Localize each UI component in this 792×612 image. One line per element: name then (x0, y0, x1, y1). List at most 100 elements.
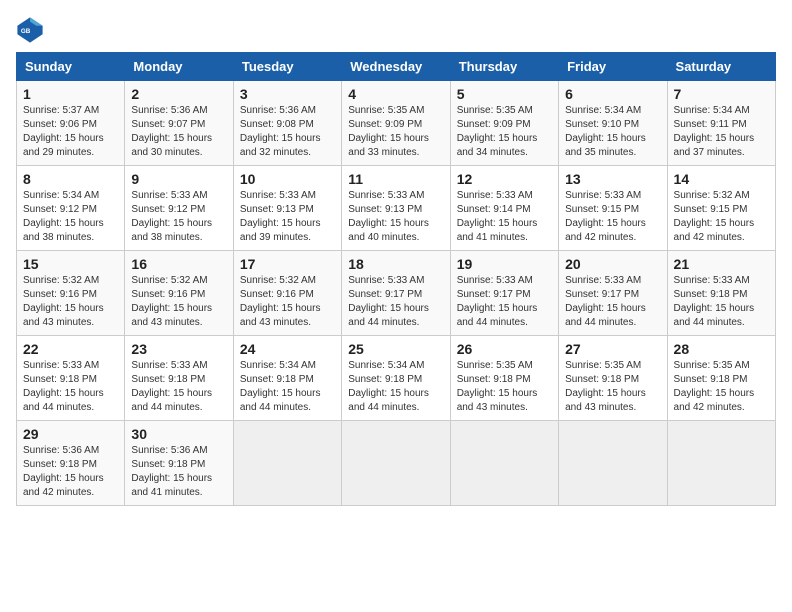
calendar-cell: 26 Sunrise: 5:35 AM Sunset: 9:18 PM Dayli… (450, 336, 558, 421)
day-info: Sunrise: 5:37 AM Sunset: 9:06 PM Dayligh… (23, 104, 118, 160)
calendar-cell: 21 Sunrise: 5:33 AM Sunset: 9:18 PM Dayli… (667, 251, 775, 336)
calendar-cell: 29Sunrise: 5:36 AM Sunset: 9:18 PM Dayli… (17, 421, 125, 506)
day-info: Sunrise: 5:33 AM Sunset: 9:14 PM Dayligh… (457, 189, 552, 245)
day-info: Sunrise: 5:33 AM Sunset: 9:15 PM Dayligh… (565, 189, 660, 245)
logo-icon: GB (16, 16, 44, 44)
day-number: 30 (131, 426, 226, 442)
calendar-cell: 25 Sunrise: 5:34 AM Sunset: 9:18 PM Dayli… (342, 336, 450, 421)
day-info: Sunrise: 5:34 AM Sunset: 9:10 PM Dayligh… (565, 104, 660, 160)
day-info: Sunrise: 5:33 AM Sunset: 9:17 PM Dayligh… (565, 274, 660, 330)
calendar-cell: 1 Sunrise: 5:37 AM Sunset: 9:06 PM Daylig… (17, 81, 125, 166)
day-info: Sunrise: 5:32 AM Sunset: 9:16 PM Dayligh… (240, 274, 335, 330)
day-number: 9 (131, 171, 226, 187)
day-number: 4 (348, 86, 443, 102)
day-number: 20 (565, 256, 660, 272)
day-number: 23 (131, 341, 226, 357)
calendar-cell: 14 Sunrise: 5:32 AM Sunset: 9:15 PM Dayli… (667, 166, 775, 251)
calendar-cell (342, 421, 450, 506)
day-number: 16 (131, 256, 226, 272)
day-number: 22 (23, 341, 118, 357)
col-header-wednesday: Wednesday (342, 53, 450, 81)
calendar-cell: 12 Sunrise: 5:33 AM Sunset: 9:14 PM Dayli… (450, 166, 558, 251)
calendar-cell: 4 Sunrise: 5:35 AM Sunset: 9:09 PM Daylig… (342, 81, 450, 166)
calendar-cell (450, 421, 558, 506)
col-header-friday: Friday (559, 53, 667, 81)
col-header-tuesday: Tuesday (233, 53, 341, 81)
day-number: 12 (457, 171, 552, 187)
calendar-cell: 6Sunrise: 5:34 AM Sunset: 9:10 PM Daylig… (559, 81, 667, 166)
calendar-row-2: 8 Sunrise: 5:34 AM Sunset: 9:12 PM Daylig… (17, 166, 776, 251)
day-number: 14 (674, 171, 769, 187)
day-info: Sunrise: 5:34 AM Sunset: 9:18 PM Dayligh… (240, 359, 335, 415)
calendar-cell: 30 Sunrise: 5:36 AM Sunset: 9:18 PM Dayli… (125, 421, 233, 506)
calendar-cell (667, 421, 775, 506)
col-header-saturday: Saturday (667, 53, 775, 81)
day-number: 21 (674, 256, 769, 272)
calendar-row-4: 22 Sunrise: 5:33 AM Sunset: 9:18 PM Dayli… (17, 336, 776, 421)
calendar-row-1: 1 Sunrise: 5:37 AM Sunset: 9:06 PM Daylig… (17, 81, 776, 166)
calendar-cell (559, 421, 667, 506)
day-info: Sunrise: 5:33 AM Sunset: 9:13 PM Dayligh… (348, 189, 443, 245)
day-number: 18 (348, 256, 443, 272)
calendar-cell: 20 Sunrise: 5:33 AM Sunset: 9:17 PM Dayli… (559, 251, 667, 336)
day-number: 13 (565, 171, 660, 187)
calendar-cell: 18 Sunrise: 5:33 AM Sunset: 9:17 PM Dayli… (342, 251, 450, 336)
day-number: 28 (674, 341, 769, 357)
calendar-table: SundayMondayTuesdayWednesdayThursdayFrid… (16, 52, 776, 506)
calendar-cell: 11 Sunrise: 5:33 AM Sunset: 9:13 PM Dayli… (342, 166, 450, 251)
calendar-row-5: 29Sunrise: 5:36 AM Sunset: 9:18 PM Dayli… (17, 421, 776, 506)
day-number: 11 (348, 171, 443, 187)
calendar-cell: 7Sunrise: 5:34 AM Sunset: 9:11 PM Daylig… (667, 81, 775, 166)
day-number: 2 (131, 86, 226, 102)
day-info: Sunrise: 5:36 AM Sunset: 9:18 PM Dayligh… (23, 444, 118, 500)
calendar-cell: 8 Sunrise: 5:34 AM Sunset: 9:12 PM Daylig… (17, 166, 125, 251)
calendar-cell: 19 Sunrise: 5:33 AM Sunset: 9:17 PM Dayli… (450, 251, 558, 336)
day-number: 25 (348, 341, 443, 357)
svg-text:GB: GB (21, 28, 31, 35)
day-info: Sunrise: 5:33 AM Sunset: 9:17 PM Dayligh… (457, 274, 552, 330)
day-info: Sunrise: 5:35 AM Sunset: 9:09 PM Dayligh… (457, 104, 552, 160)
day-number: 17 (240, 256, 335, 272)
day-info: Sunrise: 5:35 AM Sunset: 9:18 PM Dayligh… (457, 359, 552, 415)
calendar-cell: 27Sunrise: 5:35 AM Sunset: 9:18 PM Dayli… (559, 336, 667, 421)
day-info: Sunrise: 5:35 AM Sunset: 9:09 PM Dayligh… (348, 104, 443, 160)
day-info: Sunrise: 5:33 AM Sunset: 9:18 PM Dayligh… (131, 359, 226, 415)
day-info: Sunrise: 5:32 AM Sunset: 9:16 PM Dayligh… (23, 274, 118, 330)
calendar-cell: 15 Sunrise: 5:32 AM Sunset: 9:16 PM Dayli… (17, 251, 125, 336)
day-number: 26 (457, 341, 552, 357)
day-info: Sunrise: 5:36 AM Sunset: 9:18 PM Dayligh… (131, 444, 226, 500)
calendar-cell: 24 Sunrise: 5:34 AM Sunset: 9:18 PM Dayli… (233, 336, 341, 421)
col-header-sunday: Sunday (17, 53, 125, 81)
calendar-cell (233, 421, 341, 506)
day-info: Sunrise: 5:32 AM Sunset: 9:15 PM Dayligh… (674, 189, 769, 245)
col-header-monday: Monday (125, 53, 233, 81)
calendar-row-3: 15 Sunrise: 5:32 AM Sunset: 9:16 PM Dayli… (17, 251, 776, 336)
day-info: Sunrise: 5:32 AM Sunset: 9:16 PM Dayligh… (131, 274, 226, 330)
calendar-cell: 28 Sunrise: 5:35 AM Sunset: 9:18 PM Dayli… (667, 336, 775, 421)
calendar-cell: 22Sunrise: 5:33 AM Sunset: 9:18 PM Dayli… (17, 336, 125, 421)
day-info: Sunrise: 5:33 AM Sunset: 9:18 PM Dayligh… (674, 274, 769, 330)
day-number: 1 (23, 86, 118, 102)
header-row: SundayMondayTuesdayWednesdayThursdayFrid… (17, 53, 776, 81)
day-number: 5 (457, 86, 552, 102)
calendar-cell: 3Sunrise: 5:36 AM Sunset: 9:08 PM Daylig… (233, 81, 341, 166)
day-info: Sunrise: 5:34 AM Sunset: 9:12 PM Dayligh… (23, 189, 118, 245)
day-info: Sunrise: 5:33 AM Sunset: 9:17 PM Dayligh… (348, 274, 443, 330)
day-info: Sunrise: 5:34 AM Sunset: 9:18 PM Dayligh… (348, 359, 443, 415)
col-header-thursday: Thursday (450, 53, 558, 81)
day-info: Sunrise: 5:35 AM Sunset: 9:18 PM Dayligh… (674, 359, 769, 415)
day-info: Sunrise: 5:33 AM Sunset: 9:12 PM Dayligh… (131, 189, 226, 245)
calendar-cell: 5 Sunrise: 5:35 AM Sunset: 9:09 PM Daylig… (450, 81, 558, 166)
calendar-cell: 2 Sunrise: 5:36 AM Sunset: 9:07 PM Daylig… (125, 81, 233, 166)
day-number: 24 (240, 341, 335, 357)
page-header: GB (16, 16, 776, 44)
calendar-cell: 10Sunrise: 5:33 AM Sunset: 9:13 PM Dayli… (233, 166, 341, 251)
day-number: 15 (23, 256, 118, 272)
day-number: 10 (240, 171, 335, 187)
day-info: Sunrise: 5:35 AM Sunset: 9:18 PM Dayligh… (565, 359, 660, 415)
calendar-cell: 23 Sunrise: 5:33 AM Sunset: 9:18 PM Dayli… (125, 336, 233, 421)
day-info: Sunrise: 5:36 AM Sunset: 9:07 PM Dayligh… (131, 104, 226, 160)
day-info: Sunrise: 5:36 AM Sunset: 9:08 PM Dayligh… (240, 104, 335, 160)
day-number: 19 (457, 256, 552, 272)
day-number: 8 (23, 171, 118, 187)
